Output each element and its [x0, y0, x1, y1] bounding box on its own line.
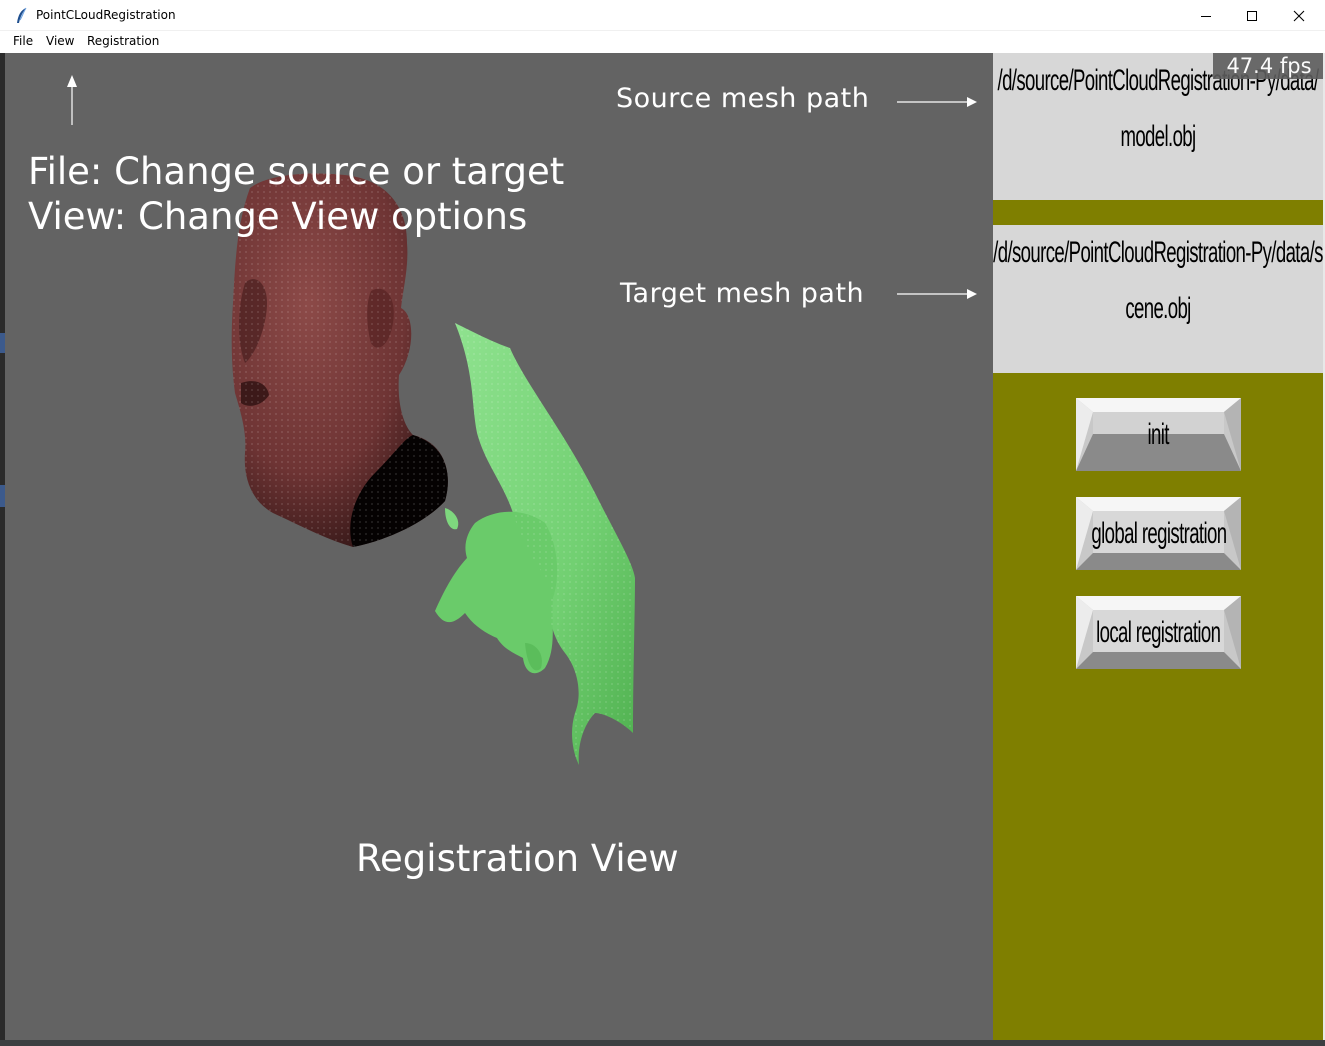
control-panel: /d/source/PointCloudRegistration-Py/data… [993, 53, 1323, 1040]
target-path-annotation: Target mesh path [620, 278, 865, 309]
target-annotation-arrow [897, 289, 977, 299]
menu-annotation-arrow [67, 75, 77, 125]
minimize-icon [1201, 15, 1211, 17]
feather-icon [17, 7, 27, 23]
menu-note-file: File: Change source or target [28, 150, 565, 193]
close-button[interactable] [1276, 0, 1322, 31]
title-bar: PointCLoudRegistration [0, 0, 1325, 31]
menu-registration[interactable]: Registration [87, 34, 159, 48]
close-icon [1293, 10, 1305, 21]
menu-bar: File View Registration [0, 31, 1325, 52]
minimize-button[interactable] [1183, 0, 1229, 31]
menu-note-view: View: Change View options [28, 195, 528, 238]
target-path-field[interactable]: /d/source/PointCloudRegistration-Py/data… [993, 225, 1323, 373]
init-button[interactable]: init [1076, 398, 1241, 471]
menu-view[interactable]: View [46, 34, 74, 48]
maximize-button[interactable] [1229, 0, 1275, 31]
registration-view-label: Registration View [356, 837, 679, 880]
background-taskbar-edge [0, 1040, 1325, 1046]
window-title: PointCLoudRegistration [36, 8, 176, 22]
menu-file[interactable]: File [13, 34, 33, 48]
local-registration-button[interactable]: local registration [1076, 596, 1241, 669]
source-annotation-arrow [897, 97, 977, 107]
maximize-icon [1247, 10, 1257, 21]
source-path-annotation: Source mesh path [616, 83, 870, 114]
global-registration-label: global registration [1090, 516, 1227, 550]
target-mesh [435, 323, 635, 765]
local-registration-label: local registration [1096, 615, 1221, 649]
fps-counter: 47.4 fps [1213, 53, 1325, 79]
target-path-text: /d/source/PointCloudRegistration-Py/data… [993, 236, 1323, 325]
registration-viewport[interactable]: File: Change source or target View: Chan… [5, 53, 994, 1040]
global-registration-button[interactable]: global registration [1076, 497, 1241, 570]
init-button-label: init [1147, 417, 1170, 451]
